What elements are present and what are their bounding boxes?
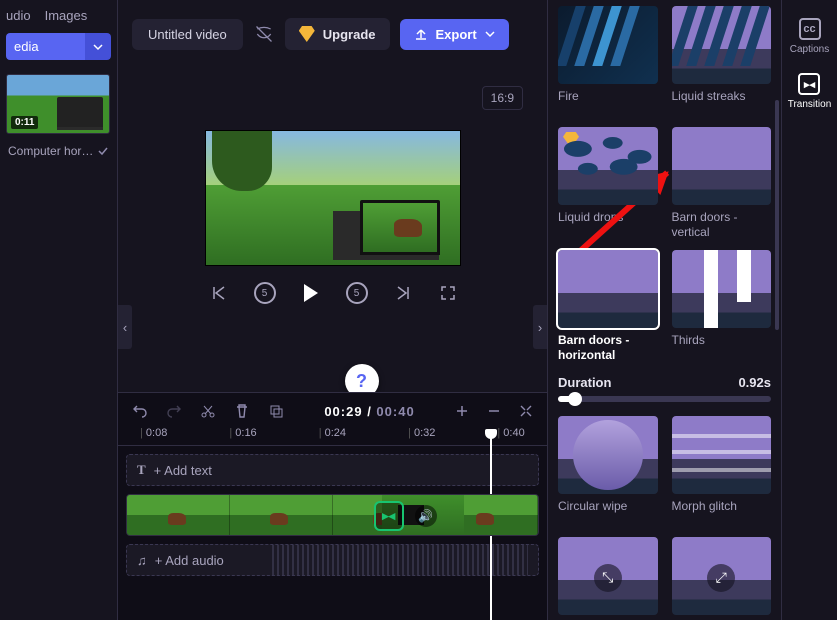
tab-images[interactable]: Images — [45, 8, 88, 23]
captions-icon: cc — [799, 18, 821, 40]
media-dropdown[interactable]: edia — [6, 33, 111, 60]
text-icon: T — [137, 462, 146, 478]
transition-cross-out[interactable]: ⤢ — [672, 537, 772, 615]
arrows-out-icon: ⤢ — [707, 564, 735, 592]
project-title[interactable]: Untitled video — [132, 19, 243, 50]
rewind-5-icon[interactable]: 5 — [254, 282, 276, 304]
transition-circular-wipe[interactable]: Circular wipe — [558, 416, 658, 527]
chevron-down-icon — [485, 29, 495, 39]
diamond-icon — [299, 26, 315, 42]
undo-icon[interactable] — [132, 403, 148, 419]
collapse-left-icon[interactable]: ‹ — [118, 305, 132, 349]
transitions-panel: Fire Liquid streaks Liquid drops Barn do… — [547, 0, 781, 620]
preview-stage: ‹ › 5 5 ? — [118, 110, 547, 392]
export-button[interactable]: Export — [400, 19, 509, 50]
media-dropdown-label[interactable]: edia — [6, 33, 85, 60]
transition-cross-in[interactable]: ⤡ — [558, 537, 658, 615]
tab-audio[interactable]: udio — [6, 8, 31, 23]
timeline-ruler[interactable]: 0:08 0:16 0:24 0:32 0:40 — [118, 427, 547, 446]
transition-morph-glitch[interactable]: Morph glitch — [672, 416, 772, 527]
transition-handle[interactable]: ▸◂ — [374, 501, 404, 531]
transition-liquid-streaks[interactable]: Liquid streaks — [672, 6, 772, 117]
transition-thirds[interactable]: Thirds — [672, 250, 772, 363]
audio-track[interactable]: ♫ + Add audio — [126, 544, 539, 576]
media-clip-caption: Computer hor… — [8, 144, 93, 158]
transition-icon: ▸◂ — [798, 73, 820, 95]
top-bar: Untitled video Upgrade Export — [118, 0, 547, 60]
visibility-off-icon[interactable] — [253, 23, 275, 45]
rail-captions[interactable]: cc Captions — [790, 18, 829, 55]
skip-start-icon[interactable] — [210, 285, 226, 301]
split-icon[interactable] — [200, 403, 216, 419]
upload-icon — [414, 27, 428, 41]
transport-controls: 5 5 — [210, 282, 456, 304]
timeline-toolbar: 00:29 / 00:40 — [118, 399, 547, 427]
transition-barn-vertical[interactable]: Barn doors - vertical — [672, 127, 772, 240]
duplicate-icon[interactable] — [268, 403, 284, 419]
arrows-in-icon: ⤡ — [594, 564, 622, 592]
timeline: 00:29 / 00:40 0:08 0:16 0:24 0:32 0:40 T… — [118, 392, 547, 620]
delete-icon[interactable] — [234, 403, 250, 419]
media-clip-duration: 0:11 — [11, 116, 38, 129]
zoom-add-icon[interactable] — [455, 404, 469, 418]
aspect-ratio-badge[interactable]: 16:9 — [482, 86, 523, 110]
transition-barn-horizontal[interactable]: Barn doors -horizontal — [558, 250, 658, 363]
play-button[interactable] — [304, 284, 318, 302]
forward-5-icon[interactable]: 5 — [346, 282, 368, 304]
center-column: Untitled video Upgrade Export 16:9 ‹ › 5 — [118, 0, 547, 620]
fullscreen-icon[interactable] — [440, 285, 456, 301]
text-track[interactable]: T + Add text — [126, 454, 539, 486]
video-preview[interactable] — [205, 130, 461, 266]
rail-transition[interactable]: ▸◂ Transition — [788, 73, 832, 110]
skip-end-icon[interactable] — [396, 285, 412, 301]
right-rail: cc Captions ▸◂ Transition — [781, 0, 837, 620]
chevron-down-icon[interactable] — [85, 33, 111, 60]
media-sidebar: udio Images edia 0:11 Computer hor… — [0, 0, 118, 620]
upgrade-button[interactable]: Upgrade — [285, 18, 390, 50]
transition-fire[interactable]: Fire — [558, 6, 658, 117]
zoom-minus-icon[interactable] — [487, 404, 501, 418]
timeline-time: 00:29 / 00:40 — [324, 404, 414, 419]
duration-value: 0.92s — [738, 375, 771, 390]
music-icon: ♫ — [137, 553, 147, 568]
collapse-right-icon[interactable]: › — [533, 305, 547, 349]
duration-label: Duration — [558, 375, 611, 390]
duration-row: Duration 0.92s — [558, 375, 771, 390]
video-track[interactable]: ▸◂ 🔊 — [126, 494, 539, 536]
redo-icon[interactable] — [166, 403, 182, 419]
fit-icon[interactable] — [519, 404, 533, 418]
clip-audio-icon[interactable]: 🔊 — [415, 505, 437, 527]
check-icon — [97, 145, 109, 157]
duration-slider[interactable] — [558, 396, 771, 402]
media-clip-thumb[interactable]: 0:11 — [6, 74, 110, 134]
